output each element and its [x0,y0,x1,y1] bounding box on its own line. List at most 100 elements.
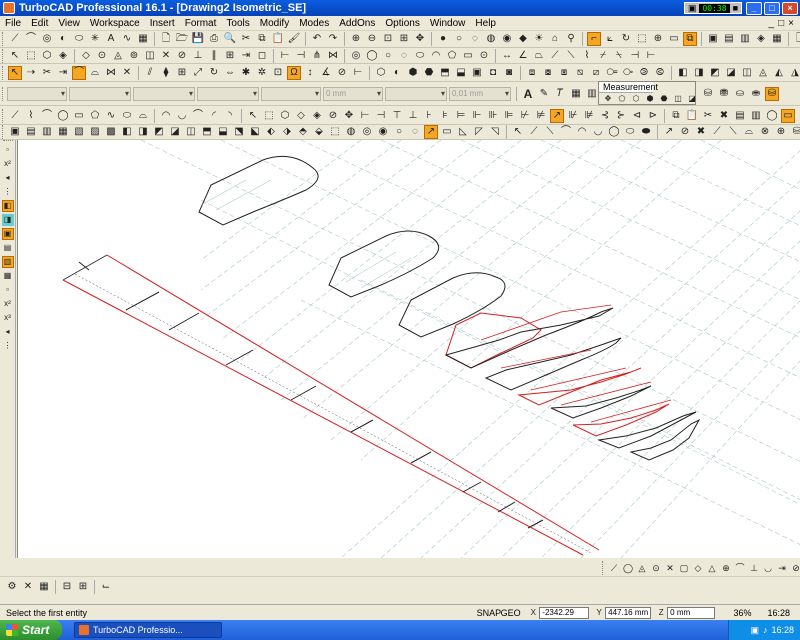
snap-alignment-icon[interactable]: ⊢ [278,49,292,63]
stretch-icon[interactable]: ⇔ [223,66,237,80]
snap-tri-icon[interactable]: △ [706,561,718,575]
node-i-icon[interactable]: ⊬ [518,109,532,123]
draw-poly-icon[interactable]: ⬠ [88,109,102,123]
node-add-icon[interactable]: ◈ [310,109,324,123]
solid-icon-h[interactable]: ◮ [788,66,800,80]
inspector-a-icon[interactable]: ⊟ [60,580,74,594]
ellipse-icon[interactable]: ⬭ [72,32,86,46]
measure-icon-i[interactable]: ⊣ [628,49,642,63]
snap-perpendicular-icon[interactable]: ⊥ [191,49,205,63]
rotate-icon[interactable]: ↻ [207,66,221,80]
explode-icon[interactable]: ✱ [239,66,253,80]
solid-43-icon[interactable]: ✖ [694,125,708,139]
thickness-field[interactable]: 0,01 mm [449,86,511,101]
node-p-icon[interactable]: ⊳ [646,109,660,123]
snap-grid-icon[interactable]: ⊞ [223,49,237,63]
solid-20-icon[interactable]: ⬙ [312,125,326,139]
select-3d-icon[interactable]: ⬡ [40,49,54,63]
spline-icon[interactable]: ∿ [120,32,134,46]
solid-37-icon[interactable]: ◡ [591,125,605,139]
circle-icon[interactable]: ◎ [40,32,54,46]
node-k-icon[interactable]: ⊮ [566,109,580,123]
solid-25-icon[interactable]: ○ [392,125,406,139]
material-icon[interactable]: ◆ [516,32,530,46]
workplane-icon[interactable]: ⌐ [587,32,601,46]
boolean-icon-d[interactable]: ⧅ [573,66,587,80]
solid-4-icon[interactable]: ▦ [56,125,70,139]
select-edit-icon[interactable]: ◈ [56,49,70,63]
boolean-icon-h[interactable]: ⧁ [637,66,651,80]
menu-addons[interactable]: AddOns [334,18,380,29]
menu-insert[interactable]: Insert [145,18,180,29]
mirror-icon[interactable]: ⧫ [159,66,173,80]
workplane-rotate-icon[interactable]: ↻ [619,32,633,46]
print-preview-icon[interactable]: 🔍 [223,32,237,46]
measure-area-icon[interactable]: ⏢ [532,49,546,63]
prop-icon[interactable]: ▤ [733,109,747,123]
select-window-icon[interactable]: ⬚ [24,49,38,63]
format-painter-icon[interactable]: 🖌 [287,32,301,46]
active-shape-icon[interactable]: ▭ [781,109,795,123]
snap-center-2-icon[interactable]: ⊙ [477,49,491,63]
solid-33-icon[interactable]: ⟋ [527,125,541,139]
selected-tool-icon[interactable]: ↗ [550,109,564,123]
menu-window[interactable]: Window [425,18,471,29]
snap-object-icon[interactable]: ◻ [255,49,269,63]
snap-extension-icon[interactable]: ⇥ [239,49,253,63]
array-icon[interactable]: ⊞ [175,66,189,80]
boolean-int-icon[interactable]: ⧆ [557,66,571,80]
render-wire-icon[interactable]: ○ [452,32,466,46]
scale-icon[interactable]: ⤢ [191,66,205,80]
workplane-by-3-points-icon[interactable]: ⟀ [603,32,617,46]
solid-6-icon[interactable]: ▨ [88,125,102,139]
node-a-icon[interactable]: ⊤ [390,109,404,123]
3d-extrude-icon[interactable]: ⬡ [374,66,388,80]
snap-rect-icon[interactable]: ▭ [461,49,475,63]
copy-b-icon[interactable]: ⧉ [669,109,683,123]
solid-34-icon[interactable]: ⟍ [543,125,557,139]
measure-icon-g[interactable]: ⌿ [596,49,610,63]
cut-icon[interactable]: ✂ [239,32,253,46]
select-tool-icon[interactable]: ↖ [246,109,260,123]
snap-quadrant-icon[interactable]: ◫ [143,49,157,63]
measure-icon-j[interactable]: ⊢ [644,49,658,63]
render-c-icon[interactable]: ⛀ [733,87,747,101]
star-icon[interactable]: ✳ [88,32,102,46]
solid-18-icon[interactable]: ⬗ [280,125,294,139]
solid-40-icon[interactable]: ⬬ [639,125,653,139]
solid-3-icon[interactable]: ▥ [40,125,54,139]
snap-target-icon[interactable]: ◎ [349,49,363,63]
solid-12-icon[interactable]: ◫ [184,125,198,139]
measure-b-icon[interactable]: ⬢ [644,93,656,104]
zoom-in-icon[interactable]: ⊕ [349,32,363,46]
vtb-10-icon[interactable]: ▦ [2,270,14,282]
solid-24-icon[interactable]: ◉ [376,125,390,139]
snap-fraction-icon[interactable]: ⋈ [326,49,340,63]
solid-9-icon[interactable]: ◨ [136,125,150,139]
solid-31-icon[interactable]: ◹ [488,125,502,139]
vtb-11-icon[interactable]: ▫ [2,284,14,296]
toolbar-grip[interactable] [2,86,5,101]
solid-27-icon[interactable]: ↗ [424,125,438,139]
dim-vertical-icon[interactable]: ↕ [303,66,317,80]
solid-44-icon[interactable]: ⟋ [710,125,724,139]
snap-magnetic-icon[interactable]: ⋔ [310,49,324,63]
brush-combo[interactable] [261,86,321,101]
minimize-button[interactable]: _ [746,1,762,15]
arc-3pt-icon[interactable]: ◡ [175,109,189,123]
mdi-minimize-button[interactable]: _ [769,18,775,29]
delete-icon[interactable]: ✖ [717,109,731,123]
menu-file[interactable]: File [0,18,26,29]
vtb-14-icon[interactable]: ◂ [2,326,14,338]
pen-width-combo[interactable] [133,86,195,101]
node-g-icon[interactable]: ⊪ [486,109,500,123]
text-style-icon[interactable]: A [521,87,535,101]
3d-slice-icon[interactable]: ⬓ [454,66,468,80]
pan-icon[interactable]: ✥ [413,32,427,46]
solid-47-icon[interactable]: ⊗ [758,125,772,139]
pen-color-combo[interactable] [7,86,67,101]
workplane-scroll-icon[interactable]: ⧉ [683,32,697,46]
node-f-icon[interactable]: ⊩ [470,109,484,123]
draw-circle-icon[interactable]: ◯ [56,109,70,123]
fill-icon[interactable]: ▥ [749,109,763,123]
